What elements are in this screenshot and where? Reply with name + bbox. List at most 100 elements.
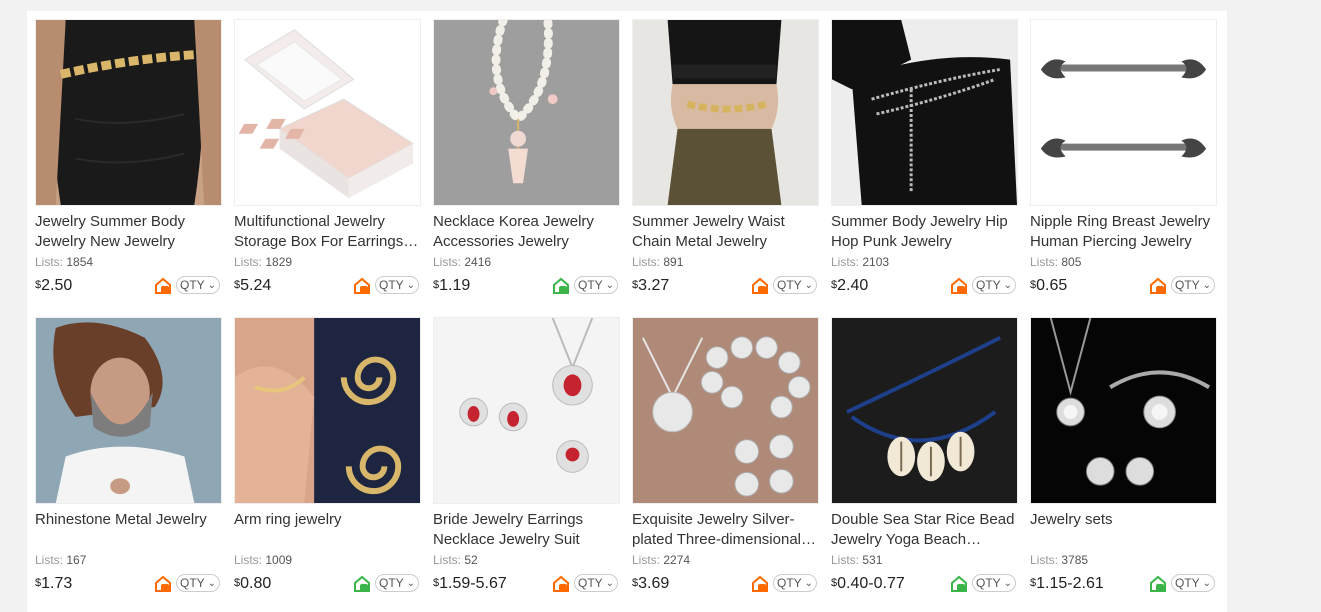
- product-image[interactable]: [234, 317, 421, 504]
- card-bottom: $2.40 QTY ⌄: [831, 275, 1018, 297]
- product-image[interactable]: [234, 19, 421, 206]
- product-title[interactable]: Double Sea Star Rice Bead Jewelry Yoga B…: [831, 510, 1018, 550]
- chevron-down-icon: ⌄: [406, 577, 416, 589]
- qty-dropdown[interactable]: QTY ⌄: [375, 574, 419, 592]
- product-title[interactable]: Bride Jewelry Earrings Necklace Jewelry …: [433, 510, 620, 550]
- product-title[interactable]: Arm ring jewelry: [234, 510, 421, 550]
- green-shop-icon[interactable]: [949, 574, 969, 594]
- product-title[interactable]: Multifunctional Jewelry Storage Box For …: [234, 212, 421, 252]
- orange-shop-icon[interactable]: [352, 276, 372, 296]
- green-shop-icon[interactable]: [1148, 574, 1168, 594]
- chevron-down-icon: ⌄: [804, 279, 814, 291]
- chevron-down-icon: ⌄: [207, 577, 217, 589]
- orange-shop-icon[interactable]: [551, 574, 571, 594]
- product-card[interactable]: Jewelry Summer Body Jewelry New Jewelry …: [35, 19, 222, 305]
- green-shop-icon[interactable]: [352, 574, 372, 594]
- product-title[interactable]: Rhinestone Metal Jewelry: [35, 510, 222, 550]
- qty-dropdown[interactable]: QTY ⌄: [176, 574, 220, 592]
- product-price: $2.50: [35, 277, 73, 294]
- product-price: $1.19: [433, 277, 471, 294]
- product-card[interactable]: Rhinestone Metal Jewelry Lists: 167 $1.7…: [35, 317, 222, 603]
- product-price: $0.80: [234, 575, 272, 592]
- product-title[interactable]: Jewelry sets: [1030, 510, 1217, 550]
- product-image[interactable]: [1030, 317, 1217, 504]
- product-grid: Jewelry Summer Body Jewelry New Jewelry …: [35, 19, 1217, 603]
- chevron-down-icon: ⌄: [207, 279, 217, 291]
- qty-dropdown[interactable]: QTY ⌄: [1171, 574, 1215, 592]
- chevron-down-icon: ⌄: [406, 279, 416, 291]
- orange-shop-icon[interactable]: [153, 276, 173, 296]
- product-card[interactable]: Double Sea Star Rice Bead Jewelry Yoga B…: [831, 317, 1018, 603]
- product-card[interactable]: Jewelry sets Lists: 3785 $1.15-2.61 QTY ⌄: [1030, 317, 1217, 603]
- product-card[interactable]: Arm ring jewelry Lists: 1009 $0.80 QTY ⌄: [234, 317, 421, 603]
- card-bottom: $0.40-0.77 QTY ⌄: [831, 573, 1018, 595]
- card-bottom: $0.80 QTY ⌄: [234, 573, 421, 595]
- chevron-down-icon: ⌄: [1202, 577, 1212, 589]
- qty-dropdown[interactable]: QTY ⌄: [574, 276, 618, 294]
- qty-dropdown[interactable]: QTY ⌄: [574, 574, 618, 592]
- product-image[interactable]: [35, 19, 222, 206]
- orange-shop-icon[interactable]: [1148, 276, 1168, 296]
- qty-dropdown[interactable]: QTY ⌄: [375, 276, 419, 294]
- qty-dropdown[interactable]: QTY ⌄: [773, 276, 817, 294]
- lists-count: Lists: 531: [831, 553, 883, 567]
- product-price: $3.27: [632, 277, 670, 294]
- qty-dropdown[interactable]: QTY ⌄: [1171, 276, 1215, 294]
- product-title[interactable]: Nipple Ring Breast Jewelry Human Piercin…: [1030, 212, 1217, 252]
- product-price: $1.73: [35, 575, 73, 592]
- product-card[interactable]: Exquisite Jewelry Silver-plated Three-di…: [632, 317, 819, 603]
- orange-shop-icon[interactable]: [750, 574, 770, 594]
- green-shop-icon[interactable]: [551, 276, 571, 296]
- product-card[interactable]: Summer Body Jewelry Hip Hop Punk Jewelry…: [831, 19, 1018, 305]
- product-image[interactable]: [831, 317, 1018, 504]
- product-panel: Jewelry Summer Body Jewelry New Jewelry …: [27, 11, 1227, 612]
- product-image[interactable]: [831, 19, 1018, 206]
- lists-count: Lists: 1009: [234, 553, 293, 567]
- product-card[interactable]: Necklace Korea Jewelry Accessories Jewel…: [433, 19, 620, 305]
- product-price: $5.24: [234, 277, 272, 294]
- orange-shop-icon[interactable]: [949, 276, 969, 296]
- chevron-down-icon: ⌄: [605, 279, 615, 291]
- orange-shop-icon[interactable]: [153, 574, 173, 594]
- product-title[interactable]: Necklace Korea Jewelry Accessories Jewel…: [433, 212, 620, 252]
- product-image[interactable]: [632, 317, 819, 504]
- product-title[interactable]: Exquisite Jewelry Silver-plated Three-di…: [632, 510, 819, 550]
- product-image[interactable]: [632, 19, 819, 206]
- product-price: $0.65: [1030, 277, 1068, 294]
- lists-count: Lists: 2416: [433, 255, 492, 269]
- qty-dropdown[interactable]: QTY ⌄: [176, 276, 220, 294]
- card-bottom: $0.65 QTY ⌄: [1030, 275, 1217, 297]
- product-image[interactable]: [1030, 19, 1217, 206]
- product-image[interactable]: [433, 19, 620, 206]
- product-card[interactable]: Summer Jewelry Waist Chain Metal Jewelry…: [632, 19, 819, 305]
- product-price: $3.69: [632, 575, 670, 592]
- lists-count: Lists: 1854: [35, 255, 94, 269]
- qty-dropdown[interactable]: QTY ⌄: [773, 574, 817, 592]
- product-title[interactable]: Summer Jewelry Waist Chain Metal Jewelry: [632, 212, 819, 252]
- product-card[interactable]: Multifunctional Jewelry Storage Box For …: [234, 19, 421, 305]
- product-card[interactable]: Bride Jewelry Earrings Necklace Jewelry …: [433, 317, 620, 603]
- product-title[interactable]: Jewelry Summer Body Jewelry New Jewelry: [35, 212, 222, 252]
- product-price: $0.40-0.77: [831, 575, 905, 592]
- lists-count: Lists: 891: [632, 255, 684, 269]
- card-bottom: $1.19 QTY ⌄: [433, 275, 620, 297]
- qty-dropdown[interactable]: QTY ⌄: [972, 276, 1016, 294]
- product-title[interactable]: Summer Body Jewelry Hip Hop Punk Jewelry: [831, 212, 1018, 252]
- product-price: $1.15-2.61: [1030, 575, 1104, 592]
- card-bottom: $3.69 QTY ⌄: [632, 573, 819, 595]
- lists-count: Lists: 1829: [234, 255, 293, 269]
- product-image[interactable]: [433, 317, 620, 504]
- lists-count: Lists: 805: [1030, 255, 1082, 269]
- product-price: $1.59-5.67: [433, 575, 507, 592]
- orange-shop-icon[interactable]: [750, 276, 770, 296]
- lists-count: Lists: 2103: [831, 255, 890, 269]
- chevron-down-icon: ⌄: [1003, 279, 1013, 291]
- lists-count: Lists: 52: [433, 553, 478, 567]
- card-bottom: $3.27 QTY ⌄: [632, 275, 819, 297]
- qty-dropdown[interactable]: QTY ⌄: [972, 574, 1016, 592]
- product-image[interactable]: [35, 317, 222, 504]
- product-card[interactable]: Nipple Ring Breast Jewelry Human Piercin…: [1030, 19, 1217, 305]
- card-bottom: $1.73 QTY ⌄: [35, 573, 222, 595]
- chevron-down-icon: ⌄: [605, 577, 615, 589]
- card-bottom: $1.15-2.61 QTY ⌄: [1030, 573, 1217, 595]
